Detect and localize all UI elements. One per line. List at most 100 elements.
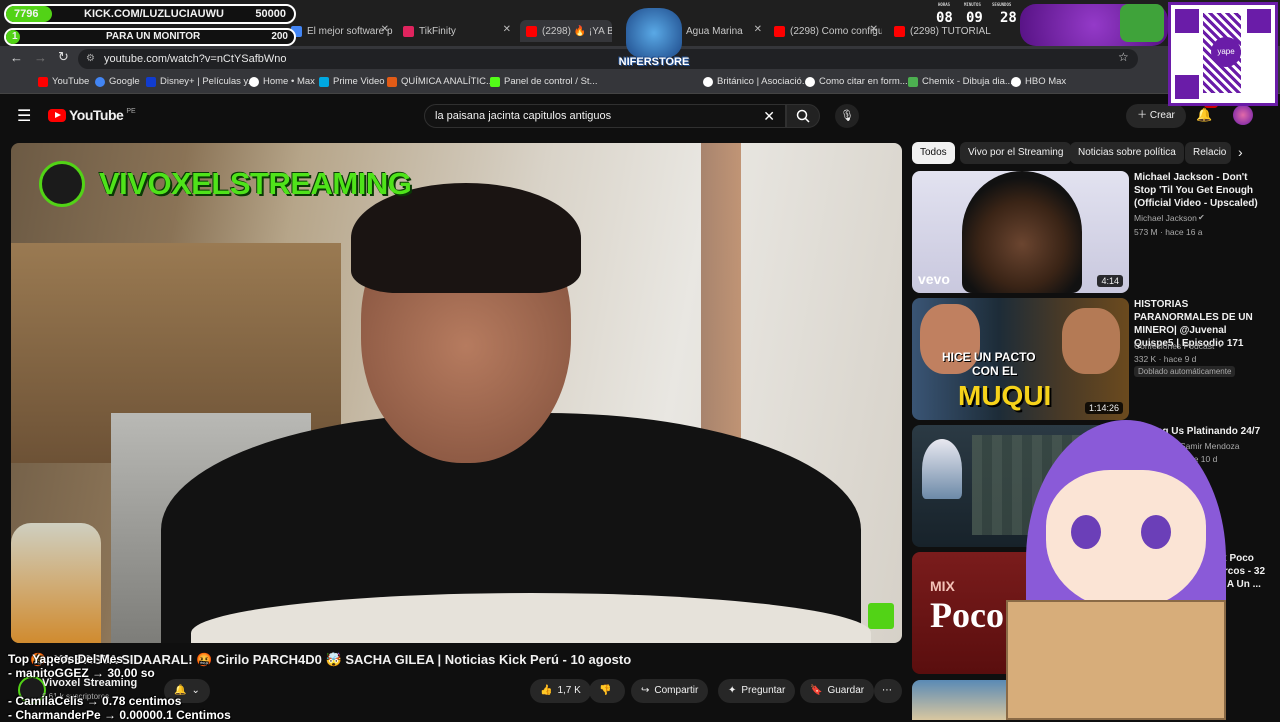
thumb-text-line2: CON EL (972, 364, 1018, 378)
bookmark-max[interactable]: Home • Max (249, 76, 315, 87)
bookmark-youtube[interactable]: YouTube (38, 76, 89, 87)
donors-header: Top Yapeos Del Mes (8, 652, 123, 666)
address-bar[interactable]: ⚙ youtube.com/watch?v=nCtYSafbWno (78, 49, 1138, 69)
bookmark-quimica[interactable]: QUÍMICA ANALÍTIC... (387, 76, 494, 87)
browser-tab[interactable]: El mejor software pa ✕ (285, 20, 393, 42)
yape-qr-code: yape (1168, 2, 1278, 106)
site-info-icon[interactable]: ⚙ (86, 49, 95, 69)
recommendation-item[interactable]: vevo 4:14 Michael Jackson - Don't Stop '… (912, 171, 1272, 293)
tab-favicon-icon (526, 25, 537, 37)
video-duration: 1:14:26 (1084, 402, 1123, 414)
browser-tab[interactable]: TikFinity ✕ (397, 20, 515, 42)
video-player[interactable]: VIVOXELSTREAMING (11, 143, 902, 643)
video-frame-cup (11, 523, 101, 643)
youtube-play-icon (48, 108, 66, 122)
reload-icon[interactable]: ↻ (58, 49, 69, 65)
create-button[interactable]: ＋ Crear (1126, 104, 1186, 128)
video-thumbnail[interactable]: vevo 4:14 (912, 171, 1129, 293)
goal-count: 7796 (14, 8, 39, 20)
youtube-logo[interactable]: YouTube PE (48, 107, 136, 123)
kick-favicon-icon (490, 76, 500, 87)
corner-logo-icon (868, 603, 894, 629)
share-label: Compartir (654, 685, 699, 696)
tab-close-icon[interactable]: ✕ (754, 24, 762, 35)
video-thumbnail[interactable]: HICE UN PACTO CON EL MUQUI 1:14:26 (912, 298, 1129, 420)
search-button[interactable] (786, 104, 820, 128)
upload-age: hace 9 d (1163, 354, 1197, 364)
tab-close-icon[interactable]: ✕ (503, 24, 511, 35)
chip-relacionados[interactable]: Relacio (1185, 142, 1231, 164)
voice-search-button[interactable]: 🎙 (835, 104, 859, 128)
quimica-favicon-icon (387, 76, 397, 87)
dislike-button[interactable]: 👎 (589, 679, 625, 703)
recommendation-channel[interactable]: Michael Jackson (1134, 213, 1197, 223)
recommendation-meta: 573 M · hace 16 a (1134, 227, 1203, 237)
bookmark-hbomax[interactable]: HBO Max (1011, 76, 1066, 87)
search-input[interactable]: la paisana jacinta capitulos antiguos ✕ (424, 104, 786, 128)
overlay-channel-name: VIVOXELSTREAMING (99, 166, 412, 201)
hbomax-favicon-icon (1011, 76, 1021, 87)
timer-seconds: 28 (1000, 10, 1017, 26)
recommendation-item[interactable]: HICE UN PACTO CON EL MUQUI 1:14:26 HISTO… (912, 298, 1272, 420)
bookmark-label: Home • Max (263, 76, 315, 87)
qr-finder-tr (1247, 9, 1271, 33)
browser-tab[interactable]: (2298) Como configu ✕ (768, 20, 882, 42)
donor-entry: - CamilaCelis → 0.78 centimos (8, 694, 182, 708)
search-icon (796, 109, 810, 123)
save-button[interactable]: 🔖 Guardar (800, 679, 875, 703)
bookmark-star-icon[interactable]: ☆ (1118, 50, 1129, 64)
chip-noticias[interactable]: Noticias sobre política (1070, 142, 1184, 164)
clear-search-icon[interactable]: ✕ (763, 105, 775, 127)
sg-logo-icon (1120, 4, 1164, 42)
plus-icon: ＋ (1137, 110, 1150, 121)
forward-arrow-icon[interactable]: → (34, 50, 47, 65)
bookmark-prime[interactable]: Prime Video (319, 76, 385, 87)
bookmark-label: Google (109, 76, 140, 87)
chip-todos[interactable]: Todos (912, 142, 955, 164)
channel-logo-icon (39, 161, 85, 207)
region-code: PE (126, 107, 136, 115)
avatar-body-box (1006, 600, 1226, 720)
bookmark-label: QUÍMICA ANALÍTIC... (401, 76, 494, 87)
ask-button[interactable]: ✦ Preguntar (718, 679, 796, 703)
bookmark-britanico[interactable]: Británico | Asociació... (703, 76, 810, 87)
niferstore-logo: NIFERSTORE (612, 6, 696, 88)
bookmark-chemix[interactable]: Chemix - Dibuja dia... (908, 76, 1013, 87)
chip-vivo[interactable]: Vivo por el Streaming (960, 142, 1072, 164)
qr-finder-bl (1175, 75, 1199, 99)
create-label: Crear (1149, 110, 1175, 121)
qr-finder-tl (1175, 9, 1199, 33)
thumb-text-line1: HICE UN PACTO (942, 350, 1036, 364)
tab-label: (2298) 🔥 ¡YA BASTA (542, 25, 612, 37)
bookmark-disney[interactable]: Disney+ | Películas y... (146, 76, 255, 87)
like-button[interactable]: 👍 1,7 K (530, 679, 591, 703)
mascot-icon (626, 8, 682, 58)
chevron-right-icon[interactable]: › (1238, 144, 1243, 160)
browser-tab-active[interactable]: (2298) 🔥 ¡YA BASTA (520, 20, 612, 42)
chemix-favicon-icon (908, 76, 918, 87)
youtube-favicon-icon (38, 76, 48, 87)
avatar[interactable] (1233, 105, 1253, 125)
recommendation-channel[interactable]: Confesiones Podcast (1134, 341, 1214, 351)
timer-minutes: 09 (966, 10, 983, 26)
share-button[interactable]: ↪ Compartir (631, 679, 709, 703)
top-donors-list: Top Yapeos Del Mes - manitoGGEZ → 30.00 … (8, 652, 231, 722)
more-actions-button[interactable]: ⋯ (874, 679, 902, 703)
bookmark-label: Británico | Asociació... (717, 76, 810, 87)
bookmark-label: Disney+ | Películas y... (160, 76, 256, 87)
notifications-button[interactable]: 🔔 9+ (1196, 101, 1218, 123)
recommendation-title[interactable]: Michael Jackson - Don't Stop 'Til You Ge… (1134, 171, 1264, 210)
timer-hours: 08 (936, 10, 953, 26)
menu-icon[interactable]: ☰ (17, 106, 31, 126)
back-arrow-icon[interactable]: ← (10, 50, 23, 65)
bookmark-google[interactable]: Google (95, 76, 140, 87)
tab-close-icon[interactable]: ✕ (870, 24, 878, 35)
yape-logo: yape (1211, 37, 1241, 67)
bookmark-panel[interactable]: Panel de control / St... (490, 76, 597, 87)
avatar-face (1046, 470, 1206, 610)
tab-close-icon[interactable]: ✕ (381, 24, 389, 35)
timer-unit-minutes: MINUTOS (964, 2, 981, 7)
bookmark-label: HBO Max (1025, 76, 1067, 87)
thumb-text-line3: MUQUI (958, 380, 1052, 411)
bookmark-citar[interactable]: Como citar en form... (805, 76, 908, 87)
